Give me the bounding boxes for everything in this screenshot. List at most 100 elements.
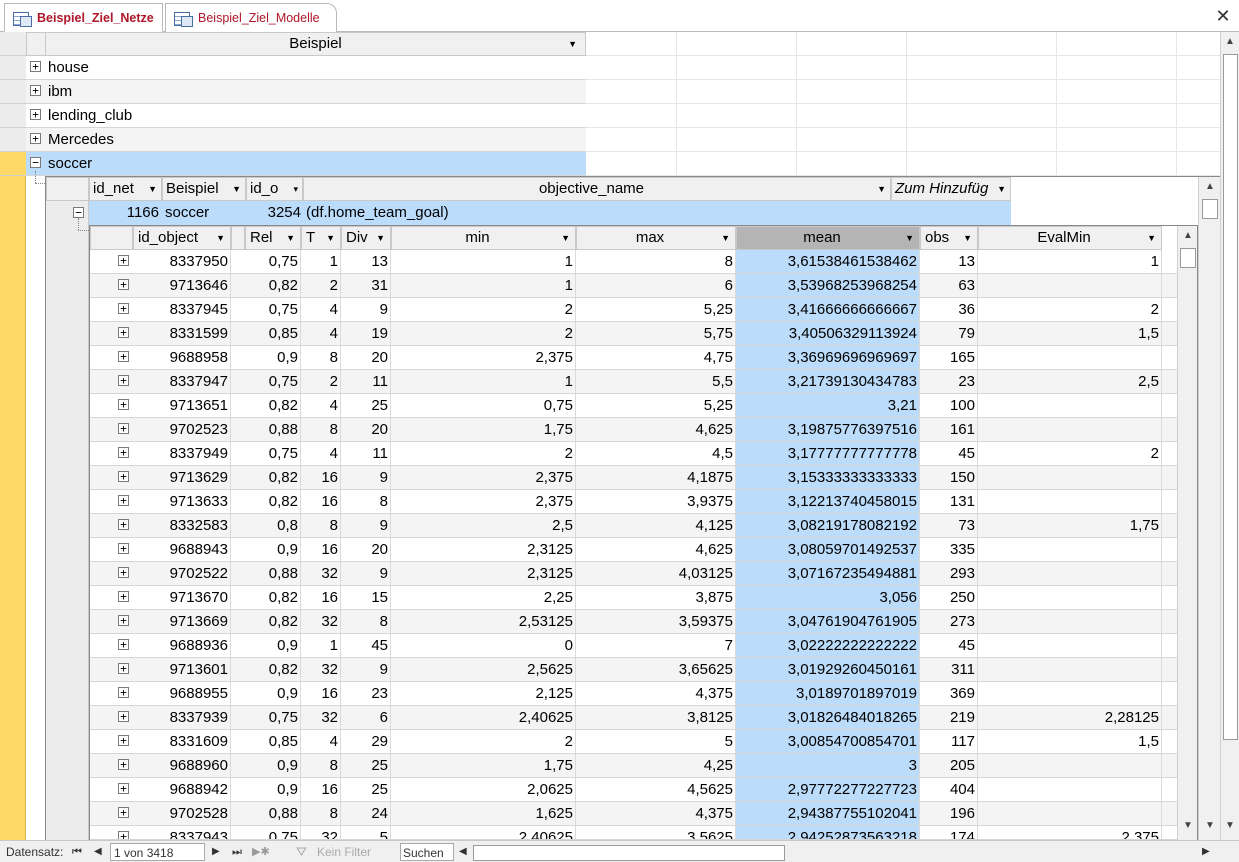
column-header-max[interactable]: max ▼	[576, 226, 736, 250]
previous-record-icon[interactable]: ◀	[94, 843, 102, 861]
table-row[interactable]: +9702523 0,88 8 20 1,75 4,625 3,19875776397516…	[90, 418, 1177, 442]
dropdown-arrow-icon[interactable]: ▼	[997, 178, 1006, 200]
collapse-icon[interactable]: −	[73, 207, 84, 218]
expand-icon[interactable]: +	[118, 663, 129, 674]
dropdown-arrow-icon[interactable]: ▼	[1147, 227, 1156, 249]
tab-beispiel-ziel-netze[interactable]: Beispiel_Ziel_Netze	[4, 3, 163, 32]
first-record-icon[interactable]: ⏮	[72, 843, 82, 861]
expand-icon[interactable]: +	[118, 783, 129, 794]
dropdown-arrow-icon[interactable]: ▼	[905, 227, 914, 249]
outer-row-soccer[interactable]: − soccer	[26, 152, 586, 176]
close-icon[interactable]: ✕	[1213, 6, 1233, 26]
column-header-obs[interactable]: obs ▼	[920, 226, 978, 250]
expand-icon[interactable]: +	[118, 711, 129, 722]
table-row[interactable]: +8337949 0,75 4 11 2 4,5 3,17777777777778 45 2	[90, 442, 1177, 466]
table-row[interactable]: +9688960 0,9 8 25 1,75 4,25 3 205	[90, 754, 1177, 778]
table-row[interactable]: +8337945 0,75 4 9 2 5,25 3,41666666666667 36 2	[90, 298, 1177, 322]
tab-beispiel-ziel-modelle[interactable]: Beispiel_Ziel_Modelle	[165, 3, 337, 32]
table-row[interactable]: +9688958 0,9 8 20 2,375 4,75 3,36969696969697 1…	[90, 346, 1177, 370]
expand-icon[interactable]: +	[118, 543, 129, 554]
record-selector-current[interactable]	[0, 152, 26, 176]
search-box[interactable]: Suchen	[400, 843, 454, 861]
dropdown-arrow-icon[interactable]: ▼	[376, 227, 385, 249]
expand-icon[interactable]: +	[118, 831, 129, 839]
column-header-t[interactable]: T ▼	[301, 226, 341, 250]
dropdown-arrow-icon[interactable]: ▼	[877, 178, 886, 200]
scroll-up-icon[interactable]: ▲	[1202, 179, 1218, 195]
record-selector[interactable]	[0, 80, 26, 104]
outer-vertical-scrollbar[interactable]: ▲ ▼	[1220, 32, 1239, 840]
table-row[interactable]: +9713646 0,82 2 31 1 6 3,53968253968254 63	[90, 274, 1177, 298]
last-record-icon[interactable]: ⏭	[232, 843, 242, 861]
scroll-down-icon[interactable]: ▼	[1222, 818, 1238, 834]
outer-row-ibm[interactable]: + ibm	[26, 80, 586, 104]
dropdown-arrow-icon[interactable]: ▼	[326, 227, 335, 249]
table-row[interactable]: +9688942 0,9 16 25 2,0625 4,5625 2,97772277227…	[90, 778, 1177, 802]
expand-icon[interactable]: +	[118, 279, 129, 290]
dropdown-arrow-icon[interactable]: ▼	[963, 227, 972, 249]
column-header-objective-name[interactable]: objective_name ▼	[303, 177, 891, 201]
dropdown-arrow-icon[interactable]: ▼	[561, 227, 570, 249]
table-row[interactable]: +8332583 0,8 8 9 2,5 4,125 3,08219178082192 73 1…	[90, 514, 1177, 538]
expand-icon[interactable]: +	[118, 615, 129, 626]
dropdown-arrow-icon[interactable]: ▼	[232, 178, 241, 200]
table-row[interactable]: +8337950 0,75 1 13 1 8 3,61538461538462 13 1	[90, 250, 1177, 274]
expand-icon[interactable]: +	[118, 519, 129, 530]
column-header-beispiel[interactable]: Beispiel ▼	[162, 177, 246, 201]
expand-icon[interactable]: +	[118, 423, 129, 434]
select-all-corner[interactable]	[46, 177, 89, 201]
table-row[interactable]: +8331599 0,85 4 19 2 5,75 3,40506329113924 79 1,…	[90, 322, 1177, 346]
dropdown-arrow-icon[interactable]: ▼	[721, 227, 730, 249]
expand-icon[interactable]: +	[118, 471, 129, 482]
table-row[interactable]: +9702528 0,88 8 24 1,625 4,375 2,9438775510204…	[90, 802, 1177, 826]
record-selector[interactable]	[0, 128, 26, 152]
inner-vertical-scrollbar[interactable]: ▲ ▼	[1177, 226, 1197, 840]
scroll-right-icon[interactable]: ▶	[1202, 843, 1210, 861]
table-row[interactable]: +9688936 0,9 1 45 0 7 3,02222222222222 45	[90, 634, 1177, 658]
expand-icon[interactable]: +	[118, 351, 129, 362]
dropdown-arrow-icon[interactable]: ▼	[568, 33, 577, 55]
expand-icon[interactable]: +	[30, 109, 41, 120]
table-row[interactable]: +8331609 0,85 4 29 2 5 3,00854700854701 117 1,5	[90, 730, 1177, 754]
scroll-thumb[interactable]	[1223, 54, 1238, 740]
table-row[interactable]: +9713629 0,82 16 9 2,375 4,1875 3,153333333333…	[90, 466, 1177, 490]
table-row[interactable]: +8337947 0,75 2 11 1 5,5 3,21739130434783 23 2,5	[90, 370, 1177, 394]
dropdown-arrow-icon[interactable]: ▾	[293, 178, 298, 200]
expand-icon[interactable]: +	[118, 735, 129, 746]
horizontal-scroll-thumb[interactable]	[473, 845, 785, 861]
column-header-div[interactable]: Div ▼	[341, 226, 391, 250]
table-row[interactable]: +9688943 0,9 16 20 2,3125 4,625 3,080597014925…	[90, 538, 1177, 562]
column-header-beispiel[interactable]: Beispiel ▼	[45, 32, 586, 56]
scroll-left-icon[interactable]: ◀	[459, 843, 467, 861]
dropdown-arrow-icon[interactable]: ▼	[148, 178, 157, 200]
record-selector[interactable]	[0, 104, 26, 128]
expand-icon[interactable]: +	[118, 327, 129, 338]
column-header-id-net[interactable]: id_net ▼	[89, 177, 162, 201]
column-header-id-o[interactable]: id_o ▾	[246, 177, 303, 201]
expand-icon[interactable]: +	[30, 85, 41, 96]
expand-icon[interactable]: +	[118, 591, 129, 602]
column-header-min[interactable]: min ▼	[391, 226, 576, 250]
select-all-corner[interactable]	[90, 226, 133, 250]
next-record-icon[interactable]: ▶	[212, 843, 220, 861]
expand-icon[interactable]: +	[118, 687, 129, 698]
column-header-id-object[interactable]: id_object ▼	[133, 226, 231, 250]
filter-status[interactable]: Kein Filter	[317, 843, 371, 861]
table-row[interactable]: +9713669 0,82 32 8 2,53125 3,59375 3,047619047…	[90, 610, 1177, 634]
scroll-thumb[interactable]	[1202, 199, 1218, 219]
expand-icon[interactable]: +	[118, 495, 129, 506]
expand-icon[interactable]: +	[118, 399, 129, 410]
scroll-thumb[interactable]	[1180, 248, 1196, 268]
column-header-rel[interactable]: Rel ▼	[245, 226, 301, 250]
dropdown-arrow-icon[interactable]: ▼	[286, 227, 295, 249]
current-record-field[interactable]: 1 von 3418	[110, 843, 205, 861]
new-record-icon[interactable]: ▶✱	[252, 843, 270, 861]
scroll-up-icon[interactable]: ▲	[1222, 34, 1238, 50]
expand-icon[interactable]: +	[118, 303, 129, 314]
expand-icon[interactable]: +	[118, 567, 129, 578]
collapse-icon[interactable]: −	[30, 157, 41, 168]
outer-row-lending-club[interactable]: + lending_club	[26, 104, 586, 128]
column-header-zum-hinzufuegen[interactable]: Zum Hinzufüg ▼	[891, 177, 1011, 201]
record-selector[interactable]	[0, 56, 26, 80]
table-row[interactable]: +9713633 0,82 16 8 2,375 3,9375 3,122137404580…	[90, 490, 1177, 514]
